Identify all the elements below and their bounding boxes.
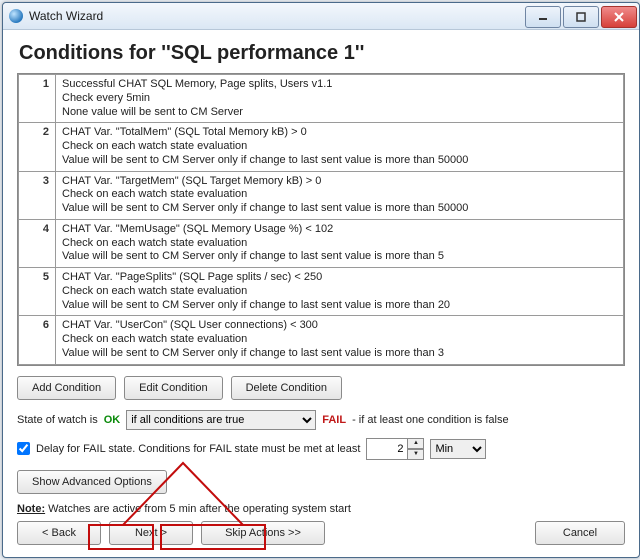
delete-condition-button[interactable]: Delete Condition xyxy=(231,376,342,400)
condition-description: Successful CHAT SQL Memory, Page splits,… xyxy=(56,75,624,123)
condition-description: CHAT Var. "TotalMem" (SQL Total Memory k… xyxy=(56,123,624,171)
delay-label: Delay for FAIL state. Conditions for FAI… xyxy=(36,443,360,455)
delay-checkbox[interactable] xyxy=(17,442,30,455)
state-condition-combo[interactable]: if all conditions are true xyxy=(126,410,316,430)
condition-number: 5 xyxy=(19,268,56,316)
note-label: Note: xyxy=(17,503,45,515)
state-row: State of watch is OK if all conditions a… xyxy=(17,410,625,430)
edit-condition-button[interactable]: Edit Condition xyxy=(124,376,223,400)
table-row[interactable]: 4CHAT Var. "MemUsage" (SQL Memory Usage … xyxy=(19,219,624,267)
delay-value-input[interactable] xyxy=(366,438,408,460)
show-advanced-button[interactable]: Show Advanced Options xyxy=(17,470,167,494)
cancel-button[interactable]: Cancel xyxy=(535,521,625,545)
table-row[interactable]: 2CHAT Var. "TotalMem" (SQL Total Memory … xyxy=(19,123,624,171)
note: Note: Watches are active from 5 min afte… xyxy=(17,495,625,515)
close-button[interactable] xyxy=(601,6,637,28)
add-condition-button[interactable]: Add Condition xyxy=(17,376,116,400)
watch-wizard-window: Watch Wizard Conditions for ''SQL perfor… xyxy=(2,2,640,558)
minimize-button[interactable] xyxy=(525,6,561,28)
state-fail-text: - if at least one condition is false xyxy=(352,414,509,426)
page-title: Conditions for ''SQL performance 1'' xyxy=(19,42,625,65)
app-icon xyxy=(9,9,23,23)
delay-spin-down[interactable]: ▼ xyxy=(407,449,424,460)
condition-description: CHAT Var. "TargetMem" (SQL Target Memory… xyxy=(56,171,624,219)
state-ok-label: OK xyxy=(104,414,121,426)
delay-spin-up[interactable]: ▲ xyxy=(407,438,424,449)
back-button[interactable]: < Back xyxy=(17,521,101,545)
table-row[interactable]: 3CHAT Var. "TargetMem" (SQL Target Memor… xyxy=(19,171,624,219)
delay-unit-combo[interactable]: Min xyxy=(430,439,486,459)
table-row[interactable]: 6CHAT Var. "UserCon" (SQL User connectio… xyxy=(19,316,624,364)
skip-actions-button[interactable]: Skip Actions >> xyxy=(201,521,325,545)
table-row[interactable]: 1Successful CHAT SQL Memory, Page splits… xyxy=(19,75,624,123)
condition-description: CHAT Var. "PageSplits" (SQL Page splits … xyxy=(56,268,624,316)
table-row[interactable]: 5CHAT Var. "PageSplits" (SQL Page splits… xyxy=(19,268,624,316)
note-text: Watches are active from 5 min after the … xyxy=(45,503,351,515)
state-prefix: State of watch is xyxy=(17,414,98,426)
state-fail-label: FAIL xyxy=(322,414,346,426)
maximize-button[interactable] xyxy=(563,6,599,28)
next-button[interactable]: Next > xyxy=(109,521,193,545)
condition-number: 2 xyxy=(19,123,56,171)
condition-number: 3 xyxy=(19,171,56,219)
condition-number: 4 xyxy=(19,219,56,267)
window-title: Watch Wizard xyxy=(29,9,523,23)
condition-description: CHAT Var. "MemUsage" (SQL Memory Usage %… xyxy=(56,219,624,267)
conditions-table: 1Successful CHAT SQL Memory, Page splits… xyxy=(17,73,625,366)
condition-description: CHAT Var. "UserCon" (SQL User connection… xyxy=(56,316,624,364)
titlebar: Watch Wizard xyxy=(3,3,639,30)
condition-number: 6 xyxy=(19,316,56,364)
condition-number: 1 xyxy=(19,75,56,123)
delay-row: Delay for FAIL state. Conditions for FAI… xyxy=(17,438,625,460)
